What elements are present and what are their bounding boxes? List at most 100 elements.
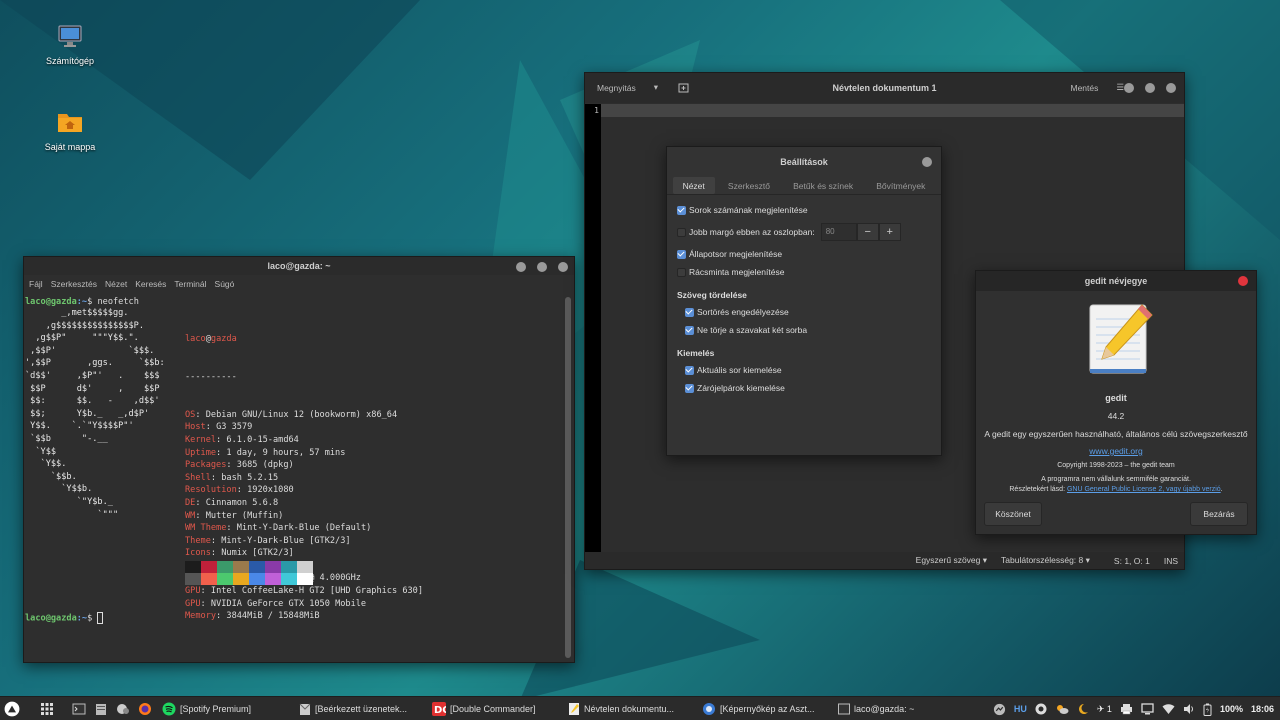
terminal-titlebar[interactable]: laco@gazda: ~ xyxy=(24,257,574,275)
battery-icon[interactable] xyxy=(1203,703,1212,716)
credits-button[interactable]: Köszönet xyxy=(984,502,1042,526)
warranty-text: A programra nem vállalunk semmiféle gara… xyxy=(1041,476,1191,483)
keyboard-layout[interactable]: HU xyxy=(1014,704,1027,714)
task-mail[interactable]: [Beérkezett üzenetek... xyxy=(299,697,417,720)
option-highlight-brackets[interactable]: Zárójelpárok kiemelése xyxy=(685,379,931,397)
weather-icon[interactable] xyxy=(1055,703,1069,715)
gedit-headerbar[interactable]: Megnyitás ▾ Névtelen dokumentum 1 Mentés… xyxy=(585,73,1184,103)
files-launcher-icon[interactable] xyxy=(94,702,108,716)
option-highlight-line[interactable]: Aktuális sor kiemelése xyxy=(685,361,931,379)
spotify-icon xyxy=(162,702,176,715)
open-button[interactable]: Megnyitás xyxy=(597,83,636,93)
option-statusbar[interactable]: Állapotsor megjelenítése xyxy=(677,245,931,263)
prompt-user: laco@gazda xyxy=(25,613,77,624)
minimize-button[interactable] xyxy=(516,262,526,272)
menu-search[interactable]: Keresés xyxy=(135,279,166,289)
syntax-selector[interactable]: Egyszerű szöveg ▾ xyxy=(916,555,987,566)
save-button[interactable]: Mentés xyxy=(1071,83,1099,93)
desktop-icon-computer[interactable]: Számítógép xyxy=(30,24,110,66)
dialog-titlebar[interactable]: Beállítások xyxy=(667,147,941,177)
checkbox-checked[interactable] xyxy=(677,205,686,215)
right-margin-value[interactable]: 80 xyxy=(820,223,857,241)
current-line-highlight[interactable] xyxy=(601,104,1184,117)
color-swatches xyxy=(185,561,313,585)
website-link[interactable]: www.gedit.org xyxy=(1089,446,1142,456)
dialog-titlebar[interactable]: gedit névjegye xyxy=(976,271,1256,291)
messenger-icon[interactable] xyxy=(993,703,1006,716)
task-terminal[interactable]: laco@gazda: ~ xyxy=(838,697,914,720)
menu-view[interactable]: Nézet xyxy=(105,279,127,289)
preferences-dialog[interactable]: Beállítások Nézet Szerkesztő Betűk és sz… xyxy=(666,146,942,456)
apps-grid-icon[interactable] xyxy=(40,702,54,716)
dialog-title: Beállítások xyxy=(780,157,828,167)
tab-editor[interactable]: Szerkesztő xyxy=(718,177,780,194)
increment-button[interactable]: + xyxy=(878,223,901,241)
info-key: Theme xyxy=(185,535,211,546)
clock[interactable]: 18:06 xyxy=(1251,704,1274,714)
task-double-commander[interactable]: DC [Double Commander] xyxy=(432,697,536,720)
license-link[interactable]: GNU General Public License 2, vagy újabb… xyxy=(1067,486,1221,493)
desktop-icon-home[interactable]: Saját mappa xyxy=(30,110,110,152)
checkbox-checked[interactable] xyxy=(685,325,694,335)
tab-plugins[interactable]: Bővítmények xyxy=(866,177,935,194)
close-dialog-button[interactable]: Bezárás xyxy=(1190,502,1248,526)
terminal-launcher-icon[interactable] xyxy=(72,702,86,716)
tab-width-selector[interactable]: Tabulátorszélesség: 8 ▾ xyxy=(1001,555,1090,566)
close-button[interactable] xyxy=(558,262,568,272)
close-button[interactable] xyxy=(1238,276,1248,286)
menu-help[interactable]: Súgó xyxy=(215,279,235,289)
desktop-icon-label: Saját mappa xyxy=(44,142,96,152)
about-dialog[interactable]: gedit névjegye gedit 44.2 A gedit egy eg… xyxy=(975,270,1257,535)
pin-icon: ✈ xyxy=(1096,703,1105,714)
maximize-button[interactable] xyxy=(1145,83,1155,93)
window-title: laco@gazda: ~ xyxy=(267,261,331,271)
option-right-margin[interactable]: Jobb margó ebben az oszlopban: 80 − + xyxy=(677,219,931,245)
decrement-button[interactable]: − xyxy=(856,223,879,241)
printer-icon[interactable] xyxy=(1120,703,1133,715)
terminal-scrollbar[interactable] xyxy=(565,297,571,658)
info-line: Kernel: 6.1.0-15-amd64 xyxy=(185,434,423,447)
close-button[interactable] xyxy=(1166,83,1176,93)
option-wrap[interactable]: Sortörés engedélyezése xyxy=(685,303,931,321)
right-margin-spinner[interactable]: 80 − + xyxy=(820,223,901,241)
task-gedit[interactable]: Névtelen dokumentu... xyxy=(568,697,688,720)
option-line-numbers[interactable]: Sorok számának megjelenítése xyxy=(677,201,931,219)
checkbox-checked[interactable] xyxy=(685,365,694,375)
minimize-button[interactable] xyxy=(1124,83,1134,93)
info-colon: : xyxy=(195,497,206,508)
checkbox-unchecked[interactable] xyxy=(677,227,686,237)
firefox-icon[interactable] xyxy=(138,702,152,716)
task-spotify[interactable]: [Spotify Premium] xyxy=(162,697,251,720)
display-icon[interactable] xyxy=(1141,703,1154,715)
menu-file[interactable]: Fájl xyxy=(29,279,43,289)
option-no-split[interactable]: Ne törje a szavakat két sorba xyxy=(685,321,931,339)
menu-logo-icon[interactable] xyxy=(4,701,20,717)
command-text: neofetch xyxy=(97,297,139,307)
new-tab-icon[interactable] xyxy=(678,82,689,93)
wifi-icon[interactable] xyxy=(1162,703,1175,715)
checkbox-checked[interactable] xyxy=(685,383,694,393)
disks-launcher-icon[interactable] xyxy=(116,702,130,716)
checkbox-checked[interactable] xyxy=(685,307,694,317)
workspace-indicator[interactable]: ✈ 1 xyxy=(1097,704,1112,715)
option-grid[interactable]: Rácsminta megjelenítése xyxy=(677,263,931,281)
chevron-down-icon[interactable]: ▾ xyxy=(654,82,658,93)
checkbox-checked[interactable] xyxy=(677,249,686,259)
checkbox-unchecked[interactable] xyxy=(677,267,686,277)
terminal-window[interactable]: laco@gazda: ~ Fájl Szerkesztés Nézet Ker… xyxy=(23,256,575,663)
volume-icon[interactable] xyxy=(1183,703,1195,715)
info-line: WM Theme: Mint-Y-Dark-Blue (Default) xyxy=(185,522,423,535)
close-button[interactable] xyxy=(922,157,932,167)
tab-view[interactable]: Nézet xyxy=(672,177,715,194)
info-key: GPU xyxy=(185,598,201,609)
color-swatch xyxy=(185,573,201,585)
tab-fonts-colors[interactable]: Betűk és színek xyxy=(783,177,863,194)
menu-edit[interactable]: Szerkesztés xyxy=(51,279,97,289)
maximize-button[interactable] xyxy=(537,262,547,272)
hamburger-menu-icon[interactable]: ☰ xyxy=(1116,82,1124,93)
task-screenshot[interactable]: [Képernyőkép az Aszt... xyxy=(702,697,824,720)
terminal-output[interactable]: laco@gazda:~$ neofetch _,met$$$$$gg. ,g$… xyxy=(24,295,562,662)
menu-terminal[interactable]: Terminál xyxy=(174,279,206,289)
night-light-icon[interactable] xyxy=(1077,703,1089,715)
record-icon[interactable] xyxy=(1035,703,1047,715)
